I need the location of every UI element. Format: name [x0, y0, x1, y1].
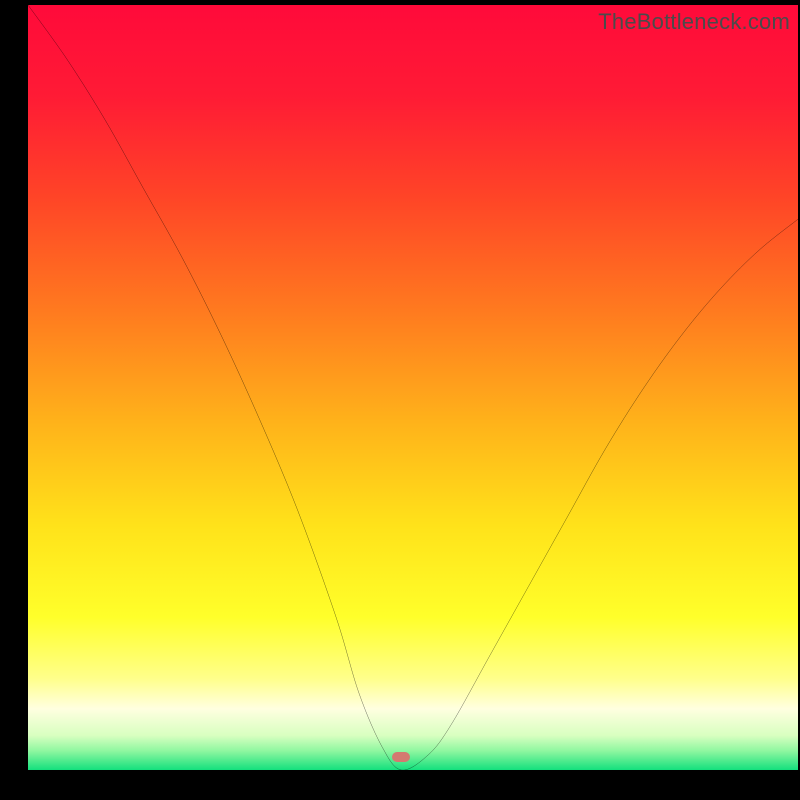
- minimum-marker: [392, 752, 410, 762]
- plot-area: TheBottleneck.com: [28, 5, 798, 770]
- bottleneck-curve: [28, 5, 798, 770]
- chart-stage: TheBottleneck.com: [0, 0, 800, 800]
